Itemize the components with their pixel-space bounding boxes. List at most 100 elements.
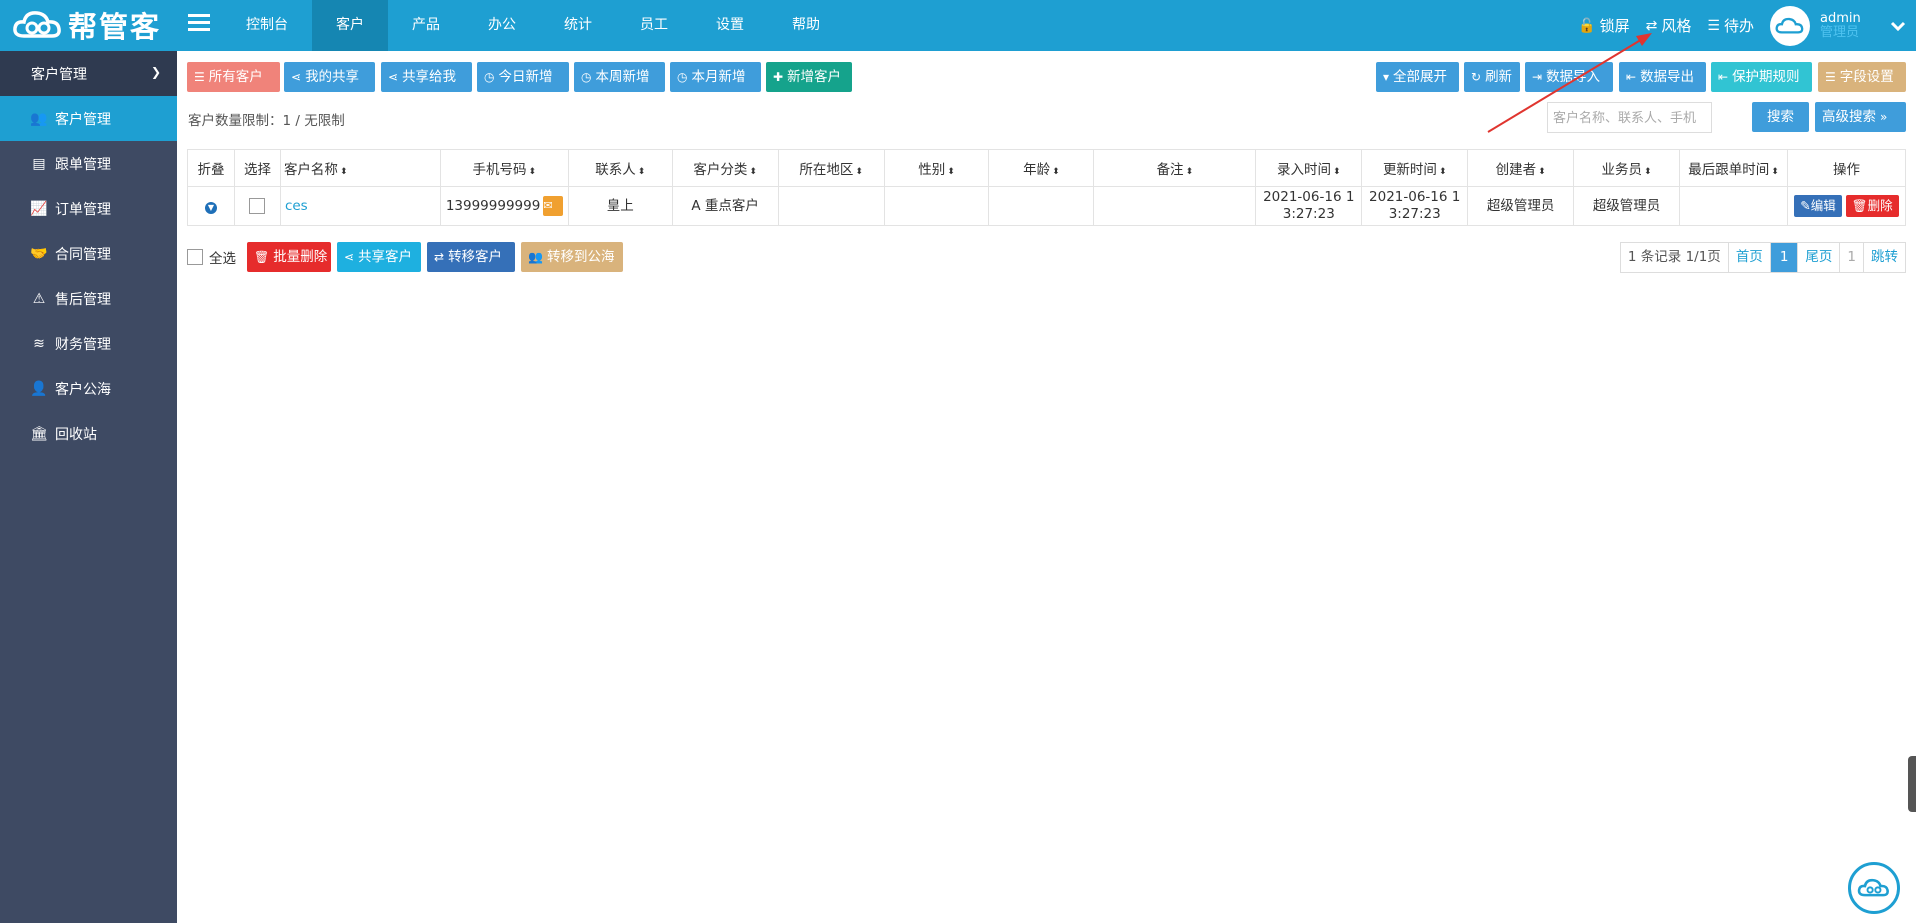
export-button[interactable]: ⇤ 数据导出: [1619, 62, 1706, 92]
user-info[interactable]: admin 管理员: [1820, 11, 1872, 40]
created-line2: 3:27:23: [1282, 206, 1335, 222]
app-logo[interactable]: 帮管客: [12, 8, 161, 44]
envelope-icon[interactable]: ✉: [543, 196, 564, 216]
current-page[interactable]: 1: [1770, 243, 1799, 272]
transfer-customer-button[interactable]: ⇄ 转移客户: [427, 242, 515, 272]
nav-settings[interactable]: 设置: [692, 0, 768, 51]
search-input[interactable]: 客户名称、联系人、手机: [1547, 102, 1712, 133]
share-customer-button[interactable]: ⋖ 共享客户: [337, 242, 421, 272]
top-bar: 帮管客 控制台 客户 产品 办公 统计 员工 设置 帮助 🔓 锁屏 ⇄ 风格 ☰ 待办…: [0, 0, 1916, 51]
all-customers-label: 所有客户: [208, 69, 263, 85]
sign-out-icon: ⇤: [1626, 70, 1637, 84]
lock-screen-button[interactable]: 🔓 锁屏: [1578, 15, 1629, 36]
style-button[interactable]: ⇄ 风格: [1646, 15, 1692, 36]
side-scroll-handle[interactable]: [1908, 756, 1916, 812]
search-button[interactable]: 搜索: [1752, 102, 1809, 132]
sidebar: 客户管理 ❯ 👥 客户管理 ▤ 跟单管理 📈 订单管理 🤝 合同管理 ⚠ 售后管理 ≋ 财务…: [0, 51, 177, 923]
batch-delete-button[interactable]: 🗑 批量删除: [247, 242, 331, 272]
sidebar-item-label: 客户管理: [55, 111, 111, 128]
nav-office[interactable]: 办公: [464, 0, 540, 51]
expand-all-button[interactable]: ▾ 全部展开: [1376, 62, 1459, 92]
name-cell: ces: [279, 186, 441, 226]
first-page-link[interactable]: 首页: [1729, 243, 1771, 272]
col-last-follow[interactable]: 最后跟单时间 ⬍: [1679, 149, 1788, 187]
sidebar-item-orders[interactable]: 📈 订单管理: [0, 186, 177, 231]
col-category[interactable]: 客户分类 ⬍: [671, 149, 779, 187]
sidebar-item-followups[interactable]: ▤ 跟单管理: [0, 141, 177, 186]
week-new-button[interactable]: ◷ 本周新增: [574, 62, 665, 92]
jump-button[interactable]: 跳转: [1864, 243, 1905, 272]
col-name[interactable]: 客户名称 ⬍: [279, 149, 441, 187]
todo-label: 待办: [1723, 17, 1754, 35]
col-contact[interactable]: 联系人 ⬍: [567, 149, 673, 187]
avatar[interactable]: [1770, 5, 1810, 46]
sidebar-item-label: 订单管理: [55, 201, 111, 218]
sidebar-item-customers[interactable]: 👥 客户管理: [0, 96, 177, 141]
col-salesman[interactable]: 业务员 ⬍: [1573, 149, 1681, 187]
fold-cell[interactable]: ▼: [187, 186, 235, 226]
warning-icon: ⚠: [32, 290, 46, 307]
customer-name-link[interactable]: ces: [285, 198, 308, 214]
col-updated[interactable]: 更新时间 ⬍: [1361, 149, 1469, 187]
jump-page-input[interactable]: 1: [1840, 243, 1864, 272]
month-new-button[interactable]: ◷ 本月新增: [670, 62, 761, 92]
user-menu-chevron-icon[interactable]: [1880, 0, 1916, 51]
move-to-pool-button[interactable]: 👥 转移到公海: [521, 242, 623, 272]
all-customers-button[interactable]: ☰ 所有客户: [187, 62, 280, 92]
sidebar-item-aftersales[interactable]: ⚠ 售后管理: [0, 276, 177, 321]
field-settings-button[interactable]: ☰ 字段设置: [1818, 62, 1906, 92]
shared-to-me-button[interactable]: ⋖ 共享给我: [381, 62, 472, 92]
col-phone[interactable]: 手机号码 ⬍: [439, 149, 569, 187]
delete-button[interactable]: 🗑删除: [1845, 195, 1899, 217]
sidebar-header[interactable]: 客户管理 ❯: [0, 51, 177, 96]
import-button[interactable]: ⇥ 数据导入: [1525, 62, 1613, 92]
select-all-control[interactable]: 全选: [187, 247, 236, 267]
col-age[interactable]: 年龄 ⬍: [988, 149, 1095, 187]
menu-toggle-icon[interactable]: [188, 14, 210, 36]
edit-button[interactable]: ✎编辑: [1794, 195, 1842, 217]
nav-customers[interactable]: 客户: [312, 0, 388, 51]
row-checkbox[interactable]: [249, 197, 266, 214]
col-creator[interactable]: 创建者 ⬍: [1467, 149, 1575, 187]
swap-icon: ⇄: [434, 250, 445, 264]
category-cell: A 重点客户: [671, 186, 779, 226]
nav-help[interactable]: 帮助: [768, 0, 844, 51]
col-region[interactable]: 所在地区 ⬍: [777, 149, 885, 187]
col-gender[interactable]: 性别 ⬍: [883, 149, 990, 187]
floating-chat-button[interactable]: [1848, 862, 1900, 914]
share-customer-label: 共享客户: [358, 249, 413, 265]
col-created[interactable]: 录入时间 ⬍: [1255, 149, 1363, 187]
cloud-avatar-icon: [1775, 17, 1804, 33]
sidebar-item-recycle[interactable]: 🏛 回收站: [0, 411, 177, 456]
pagination: 1 条记录 1/1页 首页 1 尾页 1 跳转: [1619, 242, 1906, 273]
lock-label: 锁屏: [1599, 17, 1630, 35]
col-category-label: 客户分类: [693, 162, 748, 178]
advanced-search-button[interactable]: 高级搜索 »: [1815, 102, 1906, 132]
customer-limit-text: 客户数量限制：1 / 无限制: [188, 113, 345, 129]
todo-button[interactable]: ☰ 待办: [1707, 15, 1754, 36]
month-new-label: 本月新增: [691, 69, 746, 85]
nav-stats[interactable]: 统计: [540, 0, 616, 51]
circle-chevron-down-icon[interactable]: ▼: [204, 201, 217, 214]
nav-dashboard[interactable]: 控制台: [222, 0, 312, 51]
share-icon: ⋖: [291, 70, 302, 84]
add-customer-button[interactable]: ✚ 新增客户: [766, 62, 852, 92]
app-logo-text: 帮管客: [68, 10, 162, 44]
sign-out-icon: ⇤: [1718, 70, 1729, 84]
refresh-button[interactable]: ↻ 刷新: [1464, 62, 1520, 92]
sidebar-item-contracts[interactable]: 🤝 合同管理: [0, 231, 177, 276]
col-actions: 操作: [1786, 149, 1907, 187]
select-all-checkbox[interactable]: [187, 249, 203, 265]
protect-rule-button[interactable]: ⇤ 保护期规则: [1711, 62, 1812, 92]
pager-summary: 1 条记录 1/1页: [1621, 243, 1729, 272]
sidebar-item-public-pool[interactable]: 👤 客户公海: [0, 366, 177, 411]
nav-staff[interactable]: 员工: [616, 0, 692, 51]
col-note[interactable]: 备注 ⬍: [1093, 149, 1257, 187]
nav-products[interactable]: 产品: [388, 0, 464, 51]
clock-icon: ◷: [581, 70, 592, 84]
my-share-button[interactable]: ⋖ 我的共享: [284, 62, 375, 92]
salesman-cell: 超级管理员: [1573, 186, 1681, 226]
today-new-button[interactable]: ◷ 今日新增: [477, 62, 569, 92]
sidebar-item-finance[interactable]: ≋ 财务管理: [0, 321, 177, 366]
last-page-link[interactable]: 尾页: [1798, 243, 1841, 272]
